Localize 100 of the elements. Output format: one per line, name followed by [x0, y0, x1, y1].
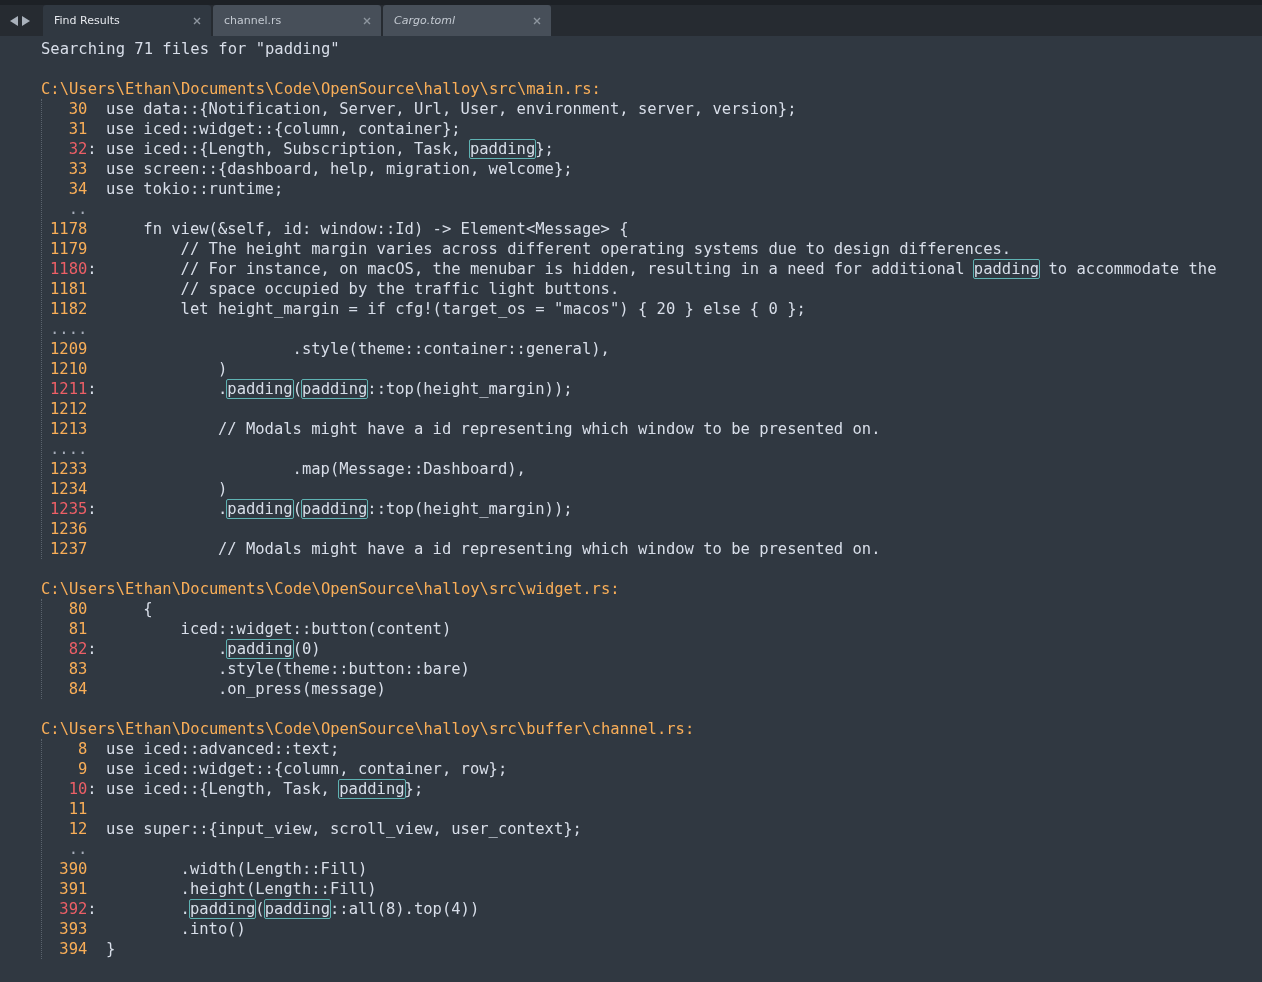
line-number: 33 [67, 159, 88, 179]
line-number: 1178 [50, 219, 88, 239]
line-number: 9 [76, 759, 88, 779]
code-text: use iced::{Length, Subscription, Task, [105, 139, 462, 159]
code-text: ( [292, 379, 302, 399]
close-icon[interactable] [533, 16, 541, 25]
line-number: 390 [58, 859, 88, 879]
match-colon: : [87, 140, 97, 158]
line-number: 82 [67, 639, 88, 659]
match-colon: : [87, 500, 97, 518]
line-number: 34 [67, 179, 88, 199]
match-colon: : [87, 260, 97, 278]
code-text: ( [292, 499, 302, 519]
code-text: use data::{Notification, Server, Url, User, environment, server, version}; [105, 99, 797, 119]
code-text: . [179, 899, 190, 919]
code-text: }; [404, 779, 424, 799]
code-text: ::top(height_margin)); [367, 379, 573, 399]
match-highlight: padding [188, 899, 257, 919]
code-text: fn view(&self, id: window::Id) -> Element<Message> { [142, 219, 629, 239]
match-highlight: padding [338, 779, 406, 799]
editor-tab[interactable]: channel.rs [213, 5, 381, 36]
line-number: 10 [67, 779, 88, 799]
code-text: // Modals might have a id representing which window to be presented on. [216, 539, 881, 559]
right-arrow-icon[interactable] [22, 15, 30, 26]
code-text: use iced::widget::{column, container, row}; [105, 759, 508, 779]
gap-ellipsis: .... [50, 319, 88, 339]
match-colon: : [87, 900, 97, 918]
line-number: 32 [67, 139, 88, 159]
code-text: . [216, 499, 228, 519]
match-highlight: padding [263, 899, 331, 919]
close-icon[interactable] [363, 16, 371, 25]
line-number: 80 [67, 599, 88, 619]
line-number: 391 [58, 879, 88, 899]
line-number: 392 [58, 899, 88, 919]
code-text: use iced::{Length, Task, [105, 779, 331, 799]
code-text: use super::{input_view, scroll_view, user_context}; [105, 819, 582, 839]
line-number: 84 [67, 679, 88, 699]
code-text: } [105, 939, 116, 959]
line-number: 394 [58, 939, 88, 959]
line-number: 30 [67, 99, 88, 119]
code-text: use iced::advanced::text; [105, 739, 340, 759]
code-text: { [142, 599, 153, 619]
file-path: C:\Users\Ethan\Documents\Code\OpenSource\halloy\src\widget.rs: [41, 579, 621, 599]
code-text: .style(theme::button::bare) [216, 659, 470, 679]
code-text: . [216, 639, 228, 659]
match-highlight: padding [226, 499, 294, 519]
line-number: 12 [67, 819, 88, 839]
editor-tab[interactable]: Cargo.toml [383, 5, 551, 36]
close-icon[interactable] [193, 16, 201, 25]
gap-ellipsis: .. [67, 839, 88, 859]
line-number: 1212 [50, 399, 88, 419]
code-text: // The height margin varies across different operating systems due to design differences. [179, 239, 1012, 259]
line-number: 1179 [50, 239, 88, 259]
editor-tab[interactable]: Find Results [43, 5, 211, 36]
left-arrow-icon[interactable] [10, 15, 18, 26]
code-text: to accommodate the [1047, 259, 1217, 279]
code-text: . [216, 379, 228, 399]
line-number: 1213 [50, 419, 88, 439]
match-highlight: padding [300, 499, 369, 519]
code-text: // space occupied by the traffic light buttons. [179, 279, 620, 299]
line-number: 1180 [50, 259, 88, 279]
code-text: }; [535, 139, 554, 159]
match-highlight: padding [226, 379, 294, 399]
match-colon: : [87, 640, 97, 658]
code-text: .into() [179, 919, 246, 939]
match-highlight: padding [468, 139, 537, 159]
line-number: 8 [76, 739, 88, 759]
line-number: 1235 [50, 499, 88, 519]
code-text: use screen::{dashboard, help, migration, welcome}; [105, 159, 573, 179]
line-number: 1210 [50, 359, 88, 379]
match-highlight: padding [972, 259, 1041, 279]
code-text: ) [216, 359, 228, 379]
line-number: 1211 [50, 379, 88, 399]
code-text: use iced::widget::{column, container}; [105, 119, 461, 139]
file-path: C:\Users\Ethan\Documents\Code\OpenSource\halloy\src\buffer\channel.rs: [41, 719, 696, 739]
match-colon: : [87, 780, 97, 798]
code-text: .on_press(message) [216, 679, 386, 699]
file-path: C:\Users\Ethan\Documents\Code\OpenSource\halloy\src\main.rs: [41, 79, 602, 99]
line-number: 11 [67, 799, 88, 819]
gap-ellipsis: .. [67, 199, 88, 219]
code-text: .height(Length::Fill) [179, 879, 377, 899]
code-text: (0) [292, 639, 321, 659]
line-number: 31 [67, 119, 88, 139]
line-number: 1233 [50, 459, 88, 479]
line-number: 81 [67, 619, 88, 639]
code-text: let height_margin = if cfg!(target_os = "macos") { 20 } else { 0 }; [179, 299, 806, 319]
line-number: 1234 [50, 479, 88, 499]
code-text: .map(Message::Dashboard), [291, 459, 526, 479]
code-text: ::top(height_margin)); [367, 499, 573, 519]
code-text: // Modals might have a id representing which window to be presented on. [216, 419, 881, 439]
gap-ellipsis: .... [50, 439, 88, 459]
line-number: 1181 [50, 279, 88, 299]
search-summary: Searching 71 files for "padding" [41, 39, 341, 59]
code-text: ) [216, 479, 228, 499]
line-number: 1182 [50, 299, 88, 319]
line-number: 83 [67, 659, 88, 679]
match-colon: : [87, 380, 97, 398]
line-number: 1209 [50, 339, 88, 359]
code-text: ::all(8).top(4)) [329, 899, 480, 919]
code-text: ( [255, 899, 265, 919]
